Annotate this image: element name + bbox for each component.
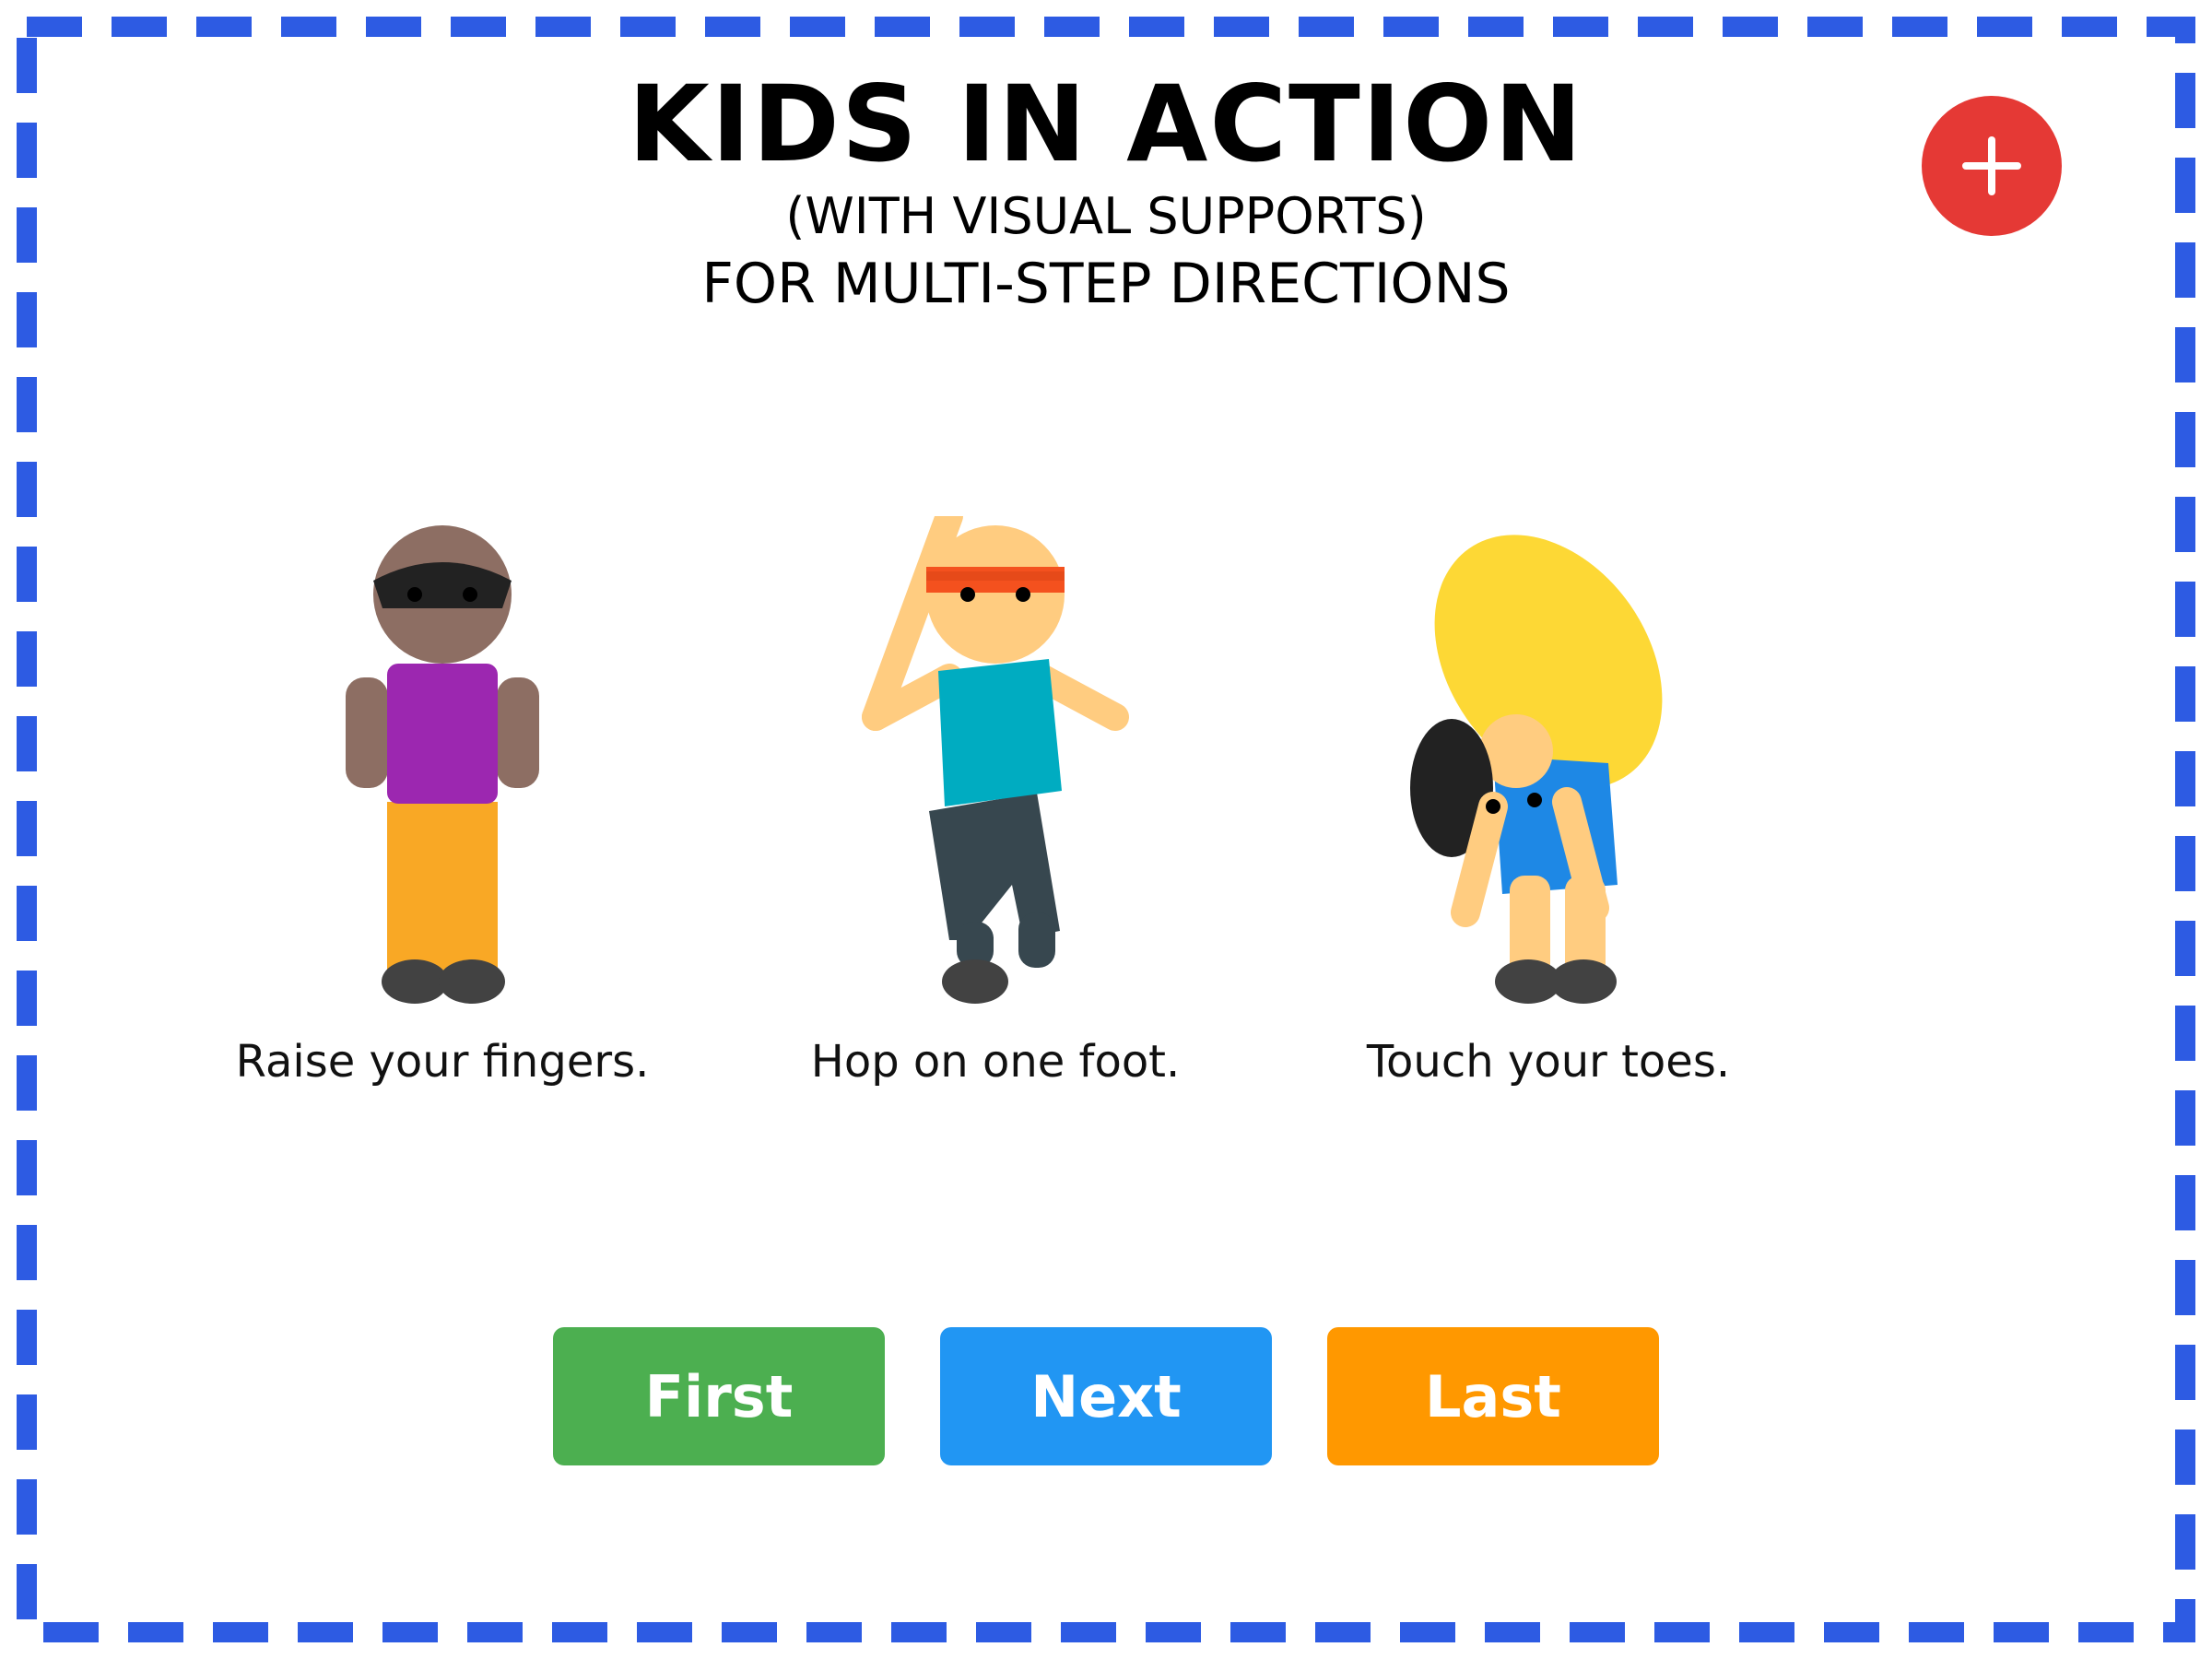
- kid-hopping-illustration: [862, 516, 1129, 1004]
- action-card-touch-toes: [1410, 516, 1687, 1014]
- action-caption-raise-fingers: Raise your fingers.: [235, 1036, 650, 1088]
- kid-raising-fingers-illustration: [346, 525, 539, 1004]
- page-subtitle: (WITH VISUAL SUPPORTS): [785, 187, 1427, 245]
- page-title: KIDS IN ACTION: [628, 63, 1584, 185]
- action-card-raise-fingers: [304, 516, 581, 1014]
- kid-touching-toes-illustration: [1410, 535, 1663, 1004]
- page-subtitle-directions: FOR MULTI-STEP DIRECTIONS: [701, 252, 1511, 316]
- last-button[interactable]: Last: [1327, 1327, 1659, 1465]
- add-button[interactable]: [1922, 96, 2062, 236]
- action-caption-hop: Hop on one foot.: [810, 1036, 1181, 1088]
- next-button[interactable]: Next: [940, 1327, 1272, 1465]
- action-caption-touch-toes: Touch your toes.: [1366, 1036, 1731, 1088]
- first-button[interactable]: First: [553, 1327, 885, 1465]
- action-card-hop: [857, 516, 1134, 1014]
